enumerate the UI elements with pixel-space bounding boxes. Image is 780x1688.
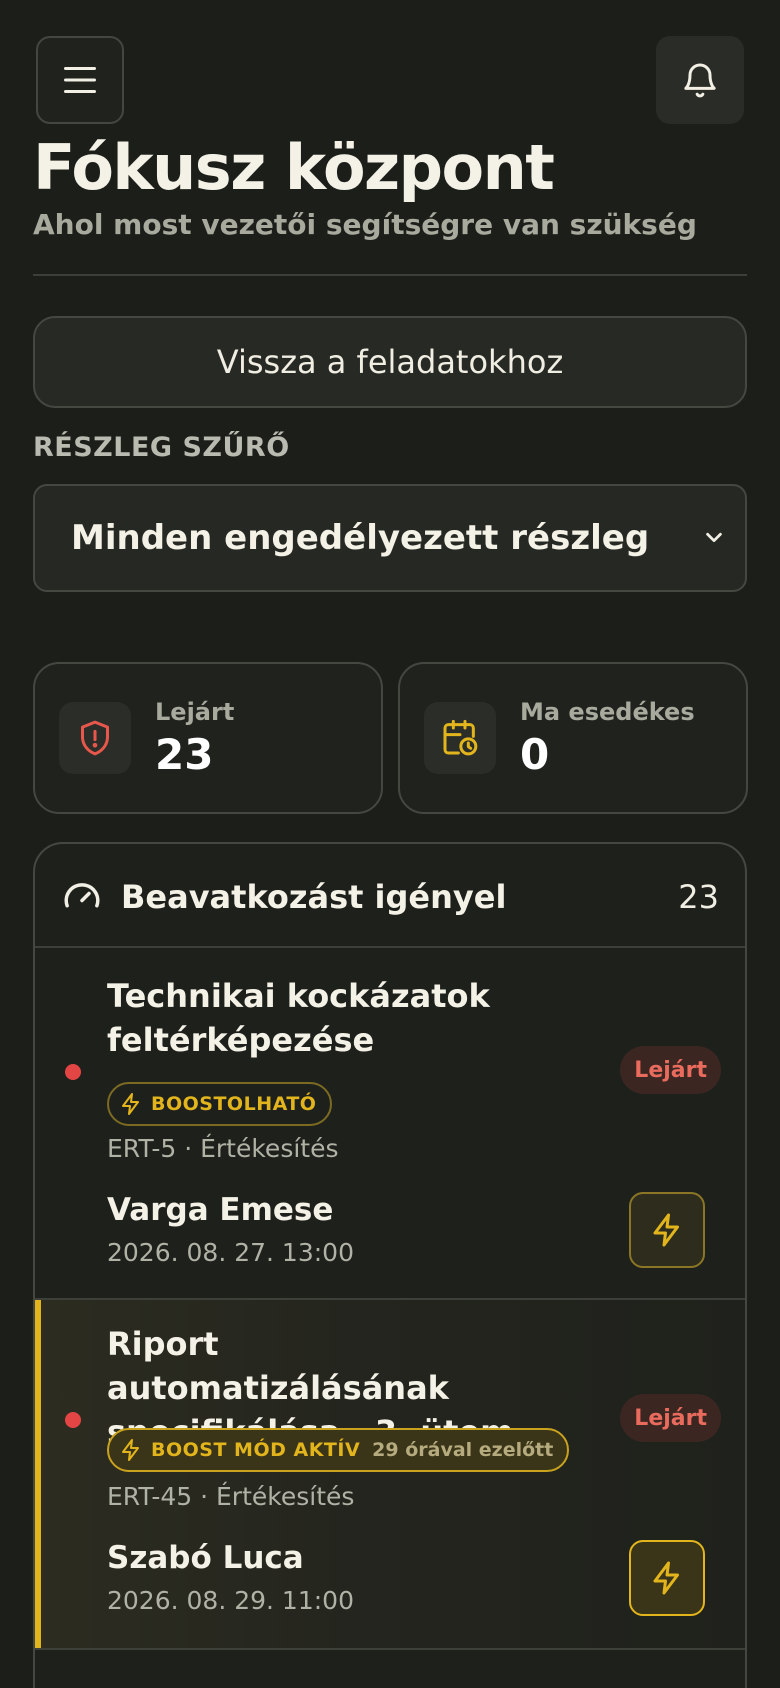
task-title-line: Riport automatizálásának: [107, 1325, 449, 1407]
assignee-name: Szabó Luca: [107, 1540, 304, 1576]
top-bar: [36, 36, 744, 124]
task-meta: ERT-45 · Értékesítés: [107, 1482, 355, 1511]
boost-button[interactable]: [629, 1540, 705, 1616]
due-date: 2026. 08. 29. 11:00: [107, 1586, 354, 1615]
lightning-icon: [122, 1093, 139, 1115]
stat-card-due-today[interactable]: Ma esedékes 0: [398, 662, 748, 814]
badge-label: BOOSTOLHATÓ: [151, 1093, 317, 1115]
department-filter-value: Minden engedélyezett részleg: [71, 518, 650, 558]
notifications-button[interactable]: [656, 36, 744, 124]
task-row[interactable]: Technikai kockázatok feltérképezése Lejá…: [35, 948, 745, 1300]
boost-active-badge: BOOST MÓD AKTÍV 29 órával ezelőtt: [107, 1428, 570, 1472]
overdue-dot: [65, 1412, 81, 1428]
page-subtitle: Ahol most vezetői segítségre van szükség: [33, 208, 697, 241]
due-date: 2026. 08. 27. 13:00: [107, 1238, 354, 1267]
stat-icon-box: [424, 702, 496, 774]
calendar-clock-icon: [443, 719, 478, 756]
header-divider: [33, 274, 747, 276]
page-title: Fókusz központ: [33, 131, 555, 204]
task-title-line: feltérképezése: [107, 1021, 375, 1059]
stat-card-overdue[interactable]: Lejárt 23: [33, 662, 383, 814]
stat-label: Lejárt: [155, 698, 235, 726]
gauge-icon: [64, 883, 100, 908]
task-row[interactable]: Riport automatizálásának specifikálása ·…: [35, 1300, 745, 1650]
stat-icon-box: [59, 702, 131, 774]
badge-time-ago: 29 órával ezelőtt: [372, 1439, 554, 1461]
panel-title: Beavatkozást igényel: [121, 878, 507, 916]
lightning-icon: [653, 1561, 679, 1595]
stat-value: 0: [520, 730, 550, 779]
stat-label: Ma esedékes: [520, 698, 695, 726]
status-badge: Lejárt: [620, 1394, 721, 1442]
status-badge: Lejárt: [620, 1046, 721, 1094]
task-title: Technikai kockázatok feltérképezése: [107, 974, 545, 1062]
bell-icon: [684, 63, 716, 98]
task-title-line: Technikai kockázatok: [107, 977, 490, 1015]
shield-alert-icon: [81, 720, 109, 756]
hamburger-icon: [64, 67, 96, 93]
menu-button[interactable]: [36, 36, 124, 124]
badge-label: BOOST MÓD AKTÍV: [151, 1439, 361, 1461]
lightning-icon: [653, 1213, 679, 1247]
boost-button[interactable]: [629, 1192, 705, 1268]
needs-intervention-panel: Beavatkozást igényel 23 Technikai kockáz…: [33, 842, 747, 1688]
lightning-icon: [122, 1439, 139, 1461]
overdue-dot: [65, 1064, 81, 1080]
boostable-badge: BOOSTOLHATÓ: [107, 1082, 333, 1126]
assignee-name: Varga Emese: [107, 1192, 334, 1228]
focus-center-page: Fókusz központ Ahol most vezetői segítsé…: [0, 0, 780, 1688]
department-filter-label: RÉSZLEG SZŰRŐ: [33, 432, 290, 463]
task-meta: ERT-5 · Értékesítés: [107, 1134, 339, 1163]
stat-value: 23: [155, 730, 214, 779]
boost-active-accent: [35, 1300, 41, 1648]
department-filter-select[interactable]: Minden engedélyezett részleg: [33, 484, 747, 592]
back-to-tasks-button[interactable]: Vissza a feladatokhoz: [33, 316, 747, 408]
panel-count: 23: [678, 878, 719, 916]
panel-header: Beavatkozást igényel 23: [35, 844, 745, 948]
chevron-down-icon: [706, 532, 722, 543]
